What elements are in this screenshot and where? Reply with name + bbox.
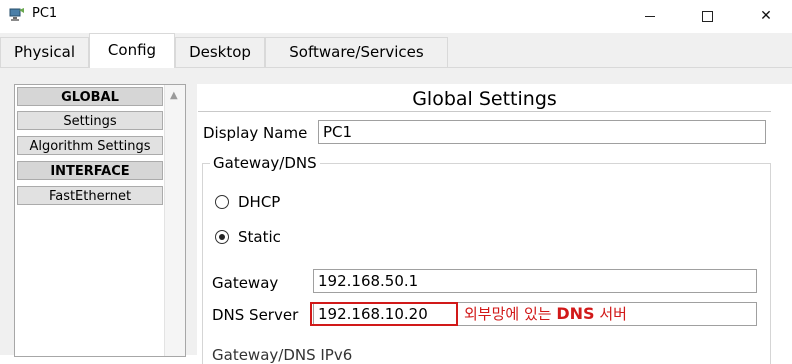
maximize-icon bbox=[701, 10, 713, 22]
window-title: PC1 bbox=[32, 6, 58, 21]
dns-highlight-box bbox=[310, 302, 458, 326]
gateway-dns-group bbox=[202, 163, 771, 364]
page-title: Global Settings bbox=[412, 88, 557, 110]
dns-annotation: 외부망에 있는 DNS 서버 bbox=[464, 303, 627, 324]
tab-physical[interactable]: Physical bbox=[0, 37, 89, 67]
title-bar: PC1 ✕ bbox=[0, 0, 792, 32]
tab-config[interactable]: Config bbox=[89, 33, 175, 68]
minimize-button[interactable] bbox=[627, 0, 673, 32]
dhcp-label[interactable]: DHCP bbox=[238, 193, 280, 211]
sidebar-item-algorithm-settings[interactable]: Algorithm Settings bbox=[17, 136, 163, 155]
tab-software-services[interactable]: Software/Services bbox=[265, 37, 448, 67]
dns-server-label: DNS Server bbox=[212, 306, 299, 324]
annotation-dns: DNS bbox=[556, 304, 595, 323]
pc-app-icon bbox=[9, 8, 24, 21]
minimize-icon bbox=[645, 15, 655, 17]
sidebar-header-global: GLOBAL bbox=[17, 87, 163, 106]
title-divider bbox=[198, 111, 771, 112]
display-name-label: Display Name bbox=[203, 124, 308, 142]
close-icon: ✕ bbox=[760, 8, 772, 24]
gateway-label: Gateway bbox=[212, 274, 279, 292]
gateway-dns-legend: Gateway/DNS bbox=[210, 154, 320, 172]
static-label[interactable]: Static bbox=[238, 228, 281, 246]
dhcp-radio[interactable] bbox=[215, 195, 229, 209]
close-button[interactable]: ✕ bbox=[743, 0, 789, 32]
annotation-suffix: 서버 bbox=[599, 305, 627, 323]
scroll-up-icon[interactable]: ▲ bbox=[170, 90, 178, 101]
display-name-input[interactable]: PC1 bbox=[318, 120, 766, 144]
annotation-prefix: 외부망에 있는 bbox=[464, 305, 552, 323]
sidebar-scrollbar[interactable]: ▲ bbox=[164, 85, 185, 356]
maximize-button[interactable] bbox=[684, 0, 730, 32]
static-radio[interactable] bbox=[215, 230, 229, 244]
gateway-input[interactable]: 192.168.50.1 bbox=[313, 269, 757, 293]
sidebar-header-interface: INTERFACE bbox=[17, 161, 163, 180]
config-sidebar: GLOBAL Settings Algorithm Settings INTER… bbox=[14, 84, 186, 357]
gateway-dns-ipv6-legend: Gateway/DNS IPv6 bbox=[212, 346, 353, 364]
tab-desktop[interactable]: Desktop bbox=[175, 37, 265, 67]
sidebar-item-fastethernet[interactable]: FastEthernet bbox=[17, 186, 163, 205]
sidebar-item-settings[interactable]: Settings bbox=[17, 111, 163, 130]
